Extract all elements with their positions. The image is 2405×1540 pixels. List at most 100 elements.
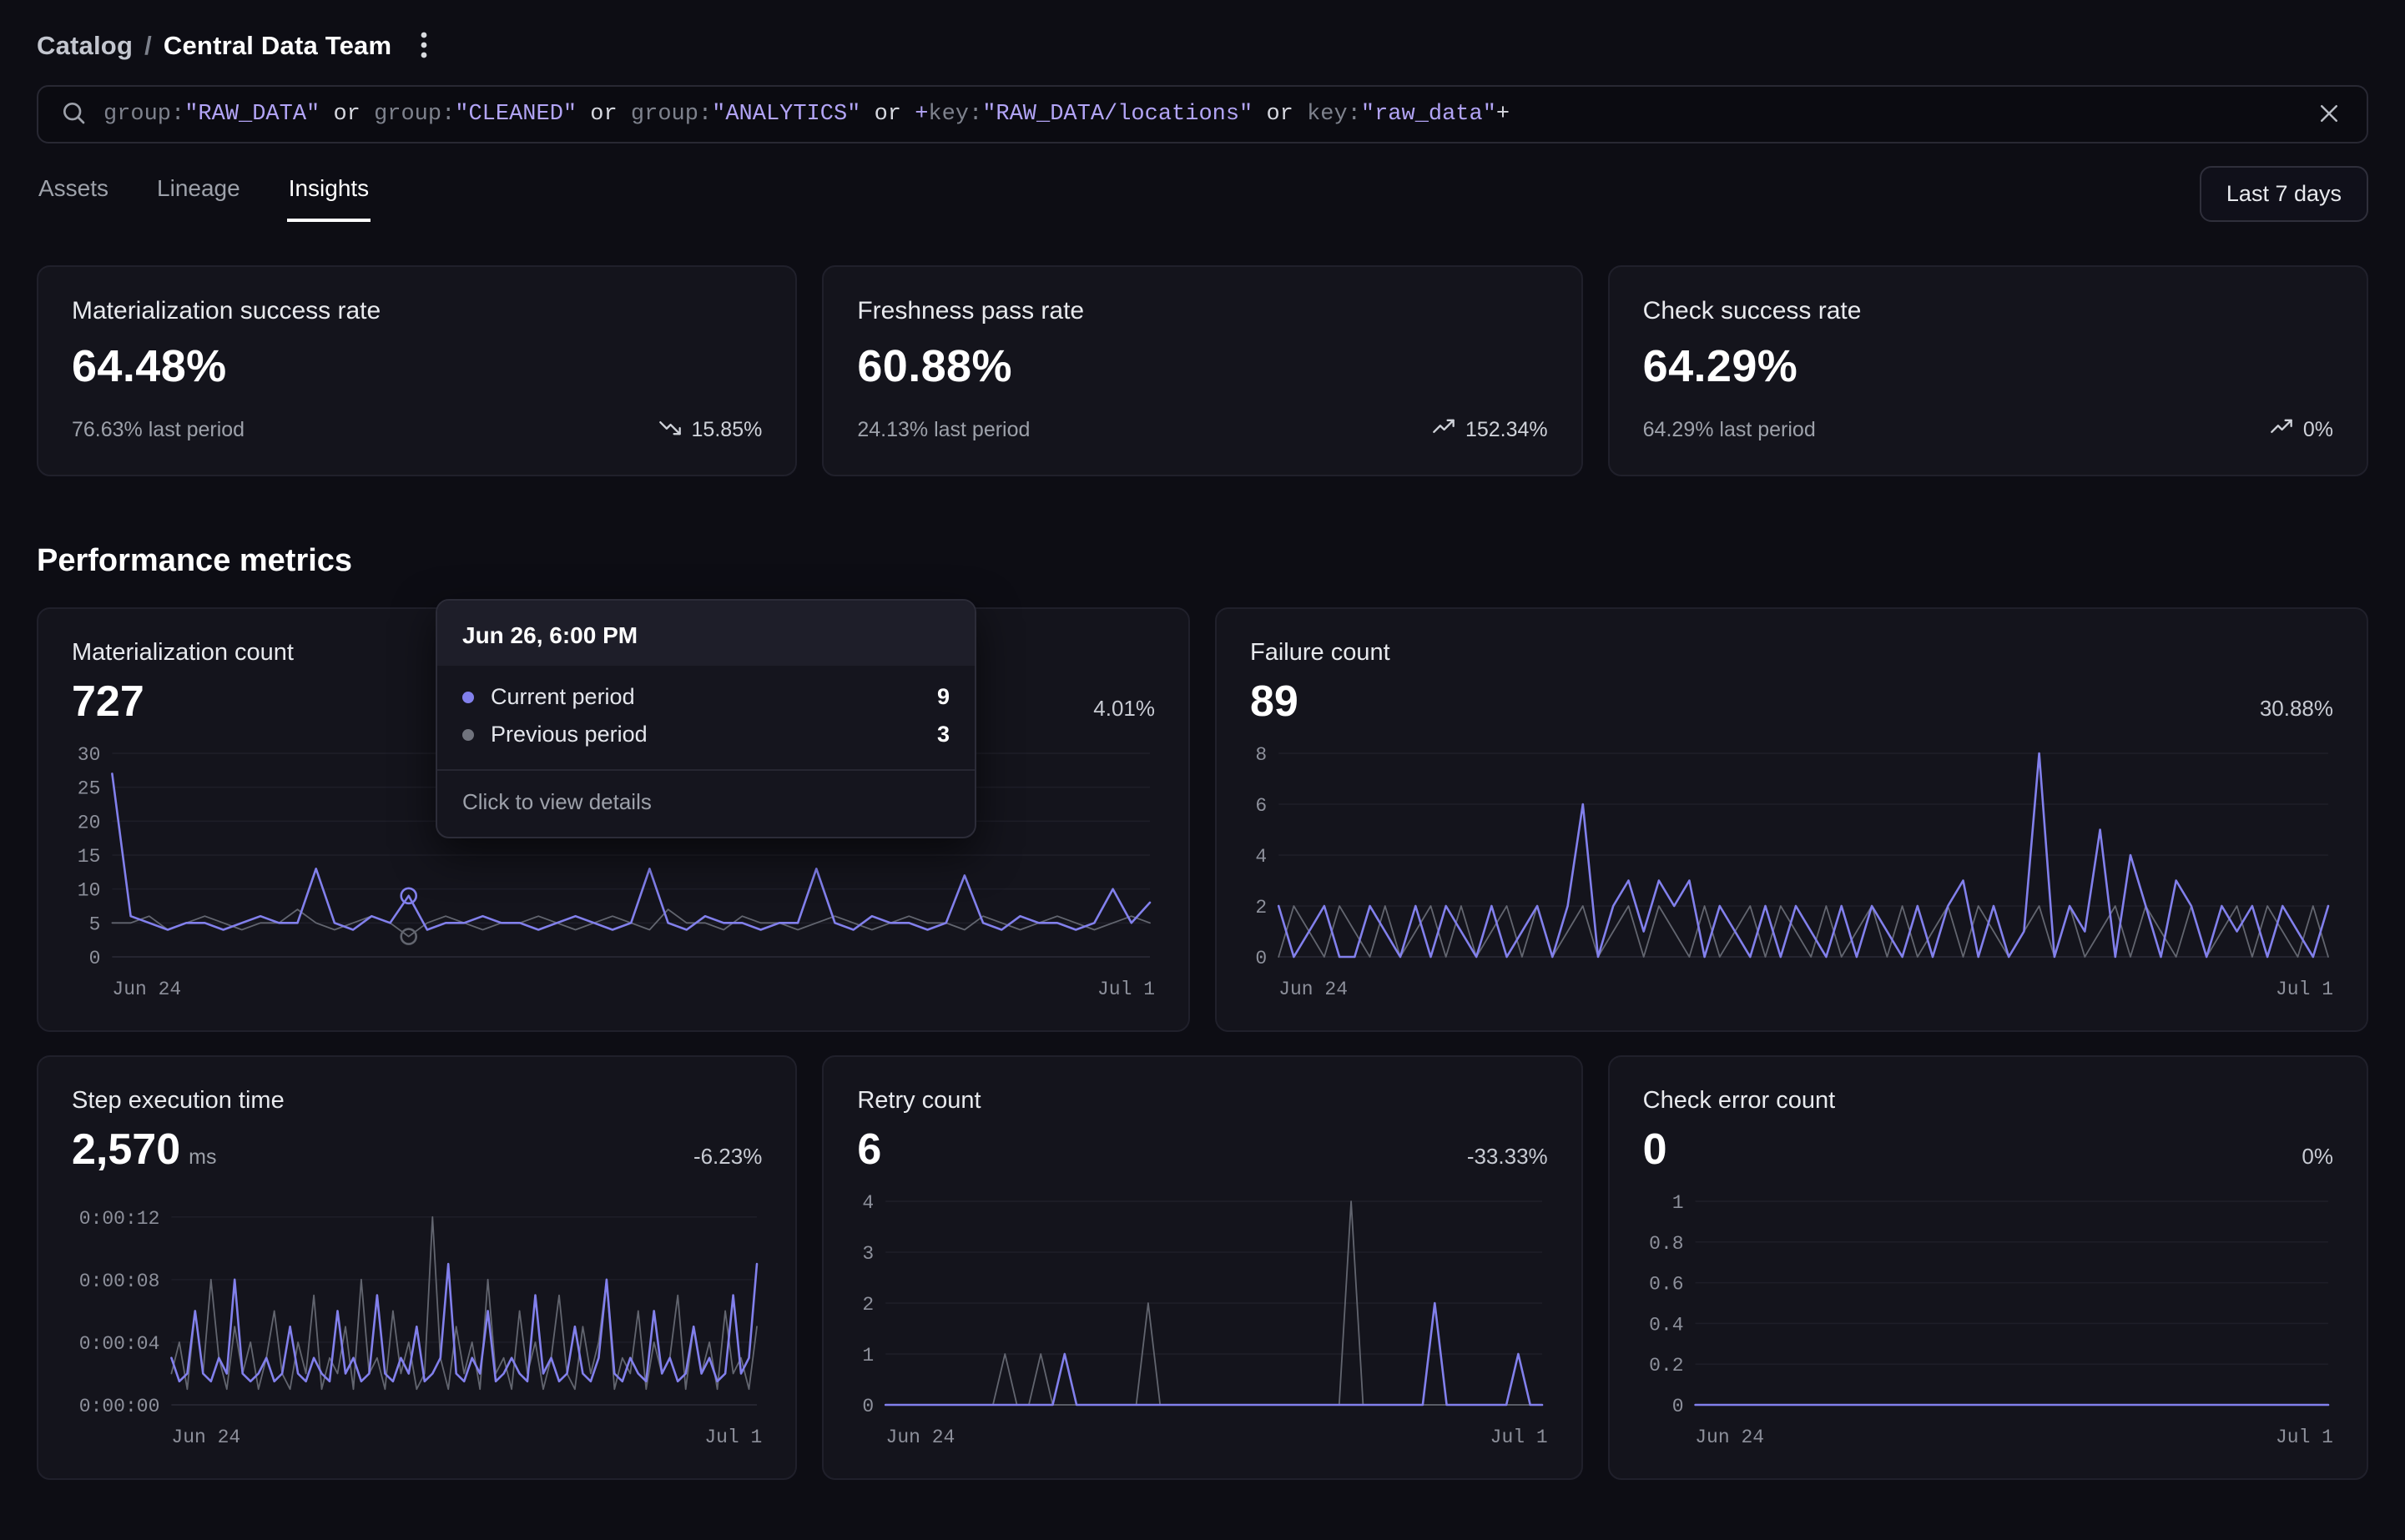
charts-row-1: Materialization count 727 4.01% 05101520… bbox=[37, 607, 2368, 1032]
svg-text:6: 6 bbox=[1255, 795, 1267, 817]
tab-lineage[interactable]: Lineage bbox=[155, 165, 242, 222]
svg-text:25: 25 bbox=[78, 778, 101, 800]
insights-page: Catalog / Central Data Team group:"RAW_D… bbox=[0, 0, 2405, 1513]
chart-delta: 0% bbox=[2302, 1144, 2333, 1170]
overflow-menu-button[interactable] bbox=[411, 25, 436, 68]
close-icon bbox=[2317, 101, 2342, 128]
last-period-text: 24.13% last period bbox=[857, 418, 1030, 442]
charts-row-2: Step execution time 2,570ms -6.23% 0:00:… bbox=[37, 1055, 2368, 1480]
chart-value: 727 bbox=[72, 677, 153, 727]
chart-card-check-error-count: Check error count 0 0% 0 0.2 0.4 0.6 0.8 1 Ju… bbox=[1608, 1055, 2368, 1480]
chart-title: Retry count bbox=[857, 1087, 1547, 1115]
x-axis-labels: Jun 24Jul 1 bbox=[72, 979, 1155, 1000]
card-title: Materialization success rate bbox=[72, 297, 762, 325]
svg-text:0: 0 bbox=[89, 948, 101, 969]
svg-text:0: 0 bbox=[1255, 948, 1267, 969]
tooltip-timestamp: Jun 26, 6:00 PM bbox=[437, 601, 975, 666]
series-dot-icon bbox=[462, 692, 474, 703]
svg-text:10: 10 bbox=[78, 880, 101, 902]
chart-card-failure-count: Failure count 89 30.88% 0 2 4 6 8 Jun 24Jul … bbox=[1215, 607, 2368, 1032]
svg-text:15: 15 bbox=[78, 846, 101, 868]
svg-text:8: 8 bbox=[1255, 744, 1267, 766]
breadcrumb-separator: / bbox=[144, 31, 152, 61]
chart-value: 0 bbox=[1643, 1125, 1676, 1175]
chart-card-materialization-count: Materialization count 727 4.01% 05101520… bbox=[37, 607, 1190, 1032]
x-axis-labels: Jun 24Jul 1 bbox=[1643, 1427, 2333, 1448]
trend-up-icon bbox=[1432, 415, 1455, 445]
chart-delta: 30.88% bbox=[2260, 696, 2333, 722]
top-bar: Catalog / Central Data Team bbox=[37, 22, 2368, 70]
last-period-text: 76.63% last period bbox=[72, 418, 245, 442]
svg-text:0: 0 bbox=[1671, 1396, 1683, 1417]
breadcrumb: Catalog / Central Data Team bbox=[37, 31, 391, 61]
svg-text:2: 2 bbox=[1255, 897, 1267, 918]
card-value: 60.88% bbox=[857, 340, 1547, 392]
asset-search-bar[interactable]: group:"RAW_DATA" or group:"CLEANED" or g… bbox=[37, 85, 2368, 143]
svg-text:0.2: 0.2 bbox=[1649, 1355, 1683, 1376]
chart-delta: 4.01% bbox=[1093, 696, 1155, 722]
card-title: Check success rate bbox=[1643, 297, 2333, 325]
trend-value: 0% bbox=[2303, 418, 2333, 442]
tab-insights[interactable]: Insights bbox=[287, 165, 371, 222]
step-execution-time-chart[interactable]: 0:00:00 0:00:04 0:00:08 0:00:12 bbox=[72, 1190, 762, 1417]
x-axis-labels: Jun 24Jul 1 bbox=[72, 1427, 762, 1448]
chart-title: Check error count bbox=[1643, 1087, 2333, 1115]
clear-search-button[interactable] bbox=[2313, 98, 2345, 132]
trend-value: 15.85% bbox=[692, 418, 763, 442]
svg-text:1: 1 bbox=[1671, 1192, 1683, 1214]
chart-value: 89 bbox=[1250, 677, 1307, 727]
chart-delta: -33.33% bbox=[1467, 1144, 1548, 1170]
trend-value: 152.34% bbox=[1465, 418, 1548, 442]
tooltip-hint: Click to view details bbox=[437, 769, 975, 837]
card-title: Freshness pass rate bbox=[857, 297, 1547, 325]
chart-title: Step execution time bbox=[72, 1087, 762, 1115]
last-period-text: 64.29% last period bbox=[1643, 418, 1816, 442]
card-value: 64.48% bbox=[72, 340, 762, 392]
chart-card-retry-count: Retry count 6 -33.33% 0 1 2 3 4 Jun 24Jul 1 bbox=[822, 1055, 1582, 1480]
x-axis-labels: Jun 24Jul 1 bbox=[1250, 979, 2333, 1000]
svg-text:0:00:12: 0:00:12 bbox=[79, 1208, 160, 1230]
chart-value: 6 bbox=[857, 1125, 890, 1175]
chart-value: 2,570ms bbox=[72, 1125, 216, 1175]
chart-title: Failure count bbox=[1250, 639, 2333, 667]
breadcrumb-catalog-link[interactable]: Catalog bbox=[37, 31, 133, 61]
svg-text:0.4: 0.4 bbox=[1649, 1314, 1683, 1336]
tooltip-row: Current period9 bbox=[462, 684, 950, 710]
card-value: 64.29% bbox=[1643, 340, 2333, 392]
check-error-count-chart[interactable]: 0 0.2 0.4 0.6 0.8 1 bbox=[1643, 1190, 2333, 1417]
svg-text:4: 4 bbox=[863, 1192, 875, 1214]
summary-card-materialization-success: Materialization success rate 64.48% 76.6… bbox=[37, 265, 797, 476]
time-range-button[interactable]: Last 7 days bbox=[2200, 166, 2368, 222]
summary-card-check-success: Check success rate 64.29% 64.29% last pe… bbox=[1608, 265, 2368, 476]
svg-text:0.8: 0.8 bbox=[1649, 1233, 1683, 1255]
breadcrumb-team: Central Data Team bbox=[164, 31, 391, 61]
summary-cards-row: Materialization success rate 64.48% 76.6… bbox=[37, 265, 2368, 476]
svg-text:1: 1 bbox=[863, 1345, 875, 1366]
svg-text:0:00:00: 0:00:00 bbox=[79, 1396, 160, 1417]
series-dot-icon bbox=[462, 729, 474, 741]
failure-count-chart[interactable]: 0 2 4 6 8 bbox=[1250, 742, 2333, 969]
section-title: Performance metrics bbox=[37, 543, 2368, 579]
tooltip-row: Previous period3 bbox=[462, 722, 950, 747]
tooltip-rows: Current period9 Previous period3 bbox=[437, 666, 975, 769]
svg-text:5: 5 bbox=[89, 913, 101, 935]
search-input[interactable]: group:"RAW_DATA" or group:"CLEANED" or g… bbox=[103, 102, 2297, 127]
svg-text:2: 2 bbox=[863, 1294, 875, 1316]
svg-text:0.6: 0.6 bbox=[1649, 1274, 1683, 1296]
summary-card-freshness-pass: Freshness pass rate 60.88% 24.13% last p… bbox=[822, 265, 1582, 476]
tab-assets[interactable]: Assets bbox=[37, 165, 110, 222]
svg-text:4: 4 bbox=[1255, 846, 1267, 868]
svg-text:20: 20 bbox=[78, 812, 101, 833]
trend-down-icon bbox=[658, 415, 682, 445]
retry-count-chart[interactable]: 0 1 2 3 4 bbox=[857, 1190, 1547, 1417]
search-icon bbox=[60, 99, 87, 130]
svg-text:0: 0 bbox=[863, 1396, 875, 1417]
svg-text:0:00:04: 0:00:04 bbox=[79, 1333, 160, 1355]
trend-up-icon bbox=[2270, 415, 2293, 445]
chart-hover-tooltip[interactable]: Jun 26, 6:00 PM Current period9 Previous … bbox=[436, 599, 976, 838]
svg-text:3: 3 bbox=[863, 1243, 875, 1265]
tabs-row: Assets Lineage Insights Last 7 days bbox=[37, 165, 2368, 222]
svg-text:0:00:08: 0:00:08 bbox=[79, 1271, 160, 1292]
svg-text:30: 30 bbox=[78, 744, 101, 766]
x-axis-labels: Jun 24Jul 1 bbox=[857, 1427, 1547, 1448]
